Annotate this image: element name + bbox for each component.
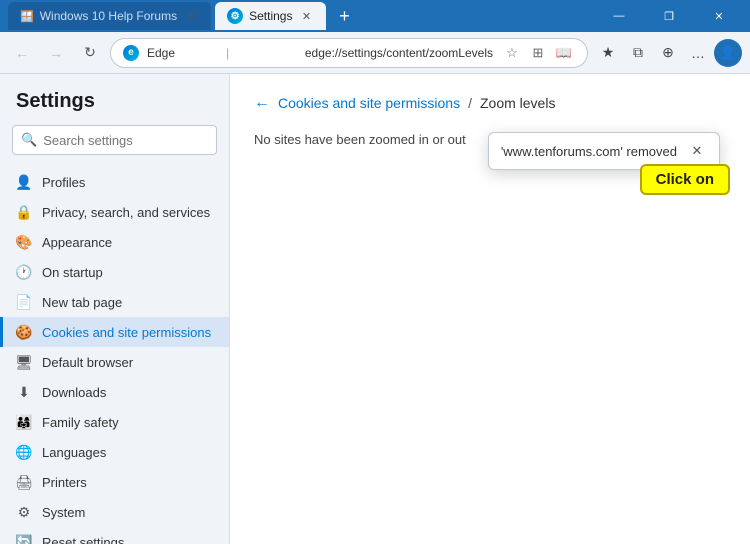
sidebar-item-privacy[interactable]: 🔒 Privacy, search, and services bbox=[0, 197, 229, 227]
sidebar-item-downloads-label: Downloads bbox=[42, 385, 106, 400]
sidebar-item-default-browser-label: Default browser bbox=[42, 355, 133, 370]
search-icon: 🔍 bbox=[21, 132, 37, 148]
cookies-icon: 🍪 bbox=[16, 324, 32, 340]
sidebar-item-printers-label: Printers bbox=[42, 475, 87, 490]
favorites-toolbar-icon[interactable]: ★ bbox=[594, 39, 622, 67]
collections-toolbar-icon[interactable]: ⧉ bbox=[624, 39, 652, 67]
downloads-icon: ⬇ bbox=[16, 384, 32, 400]
newtab-icon: 📄 bbox=[16, 294, 32, 310]
click-on-label: Click on bbox=[640, 164, 730, 195]
address-separator: | bbox=[226, 46, 297, 60]
window-controls: — ❐ ✕ bbox=[596, 0, 742, 32]
sidebar-item-cookies-label: Cookies and site permissions bbox=[42, 325, 211, 340]
privacy-icon: 🔒 bbox=[16, 204, 32, 220]
breadcrumb-back-button[interactable]: ← bbox=[254, 94, 270, 112]
tooltip-close-button[interactable]: ✕ bbox=[687, 141, 707, 161]
address-edge-label: Edge bbox=[147, 46, 218, 60]
printers-icon: 🖨 bbox=[16, 474, 32, 490]
tab-settings-close[interactable]: ✕ bbox=[298, 8, 314, 24]
default-browser-icon: 🖥 bbox=[16, 354, 32, 370]
sidebar-item-cookies[interactable]: 🍪 Cookies and site permissions bbox=[0, 317, 229, 347]
sidebar-item-profiles-label: Profiles bbox=[42, 175, 85, 190]
title-bar: 🪟 Windows 10 Help Forums ✕ ⚙ Settings ✕ … bbox=[0, 0, 750, 32]
toolbar-icons: ★ ⧉ ⊕ … 👤 bbox=[594, 39, 742, 67]
share-icon[interactable]: ⊕ bbox=[654, 39, 682, 67]
close-button[interactable]: ✕ bbox=[696, 0, 742, 32]
tab-windows-forums-label: Windows 10 Help Forums bbox=[40, 9, 177, 23]
sidebar-title: Settings bbox=[0, 90, 229, 125]
sidebar-item-startup[interactable]: 🕐 On startup bbox=[0, 257, 229, 287]
address-url: edge://settings/content/zoomLevels bbox=[305, 46, 493, 60]
restore-button[interactable]: ❐ bbox=[646, 0, 692, 32]
new-tab-button[interactable]: + bbox=[330, 2, 358, 30]
sidebar-item-reset[interactable]: 🔄 Reset settings bbox=[0, 527, 229, 544]
sidebar-item-newtab[interactable]: 📄 New tab page bbox=[0, 287, 229, 317]
search-box[interactable]: 🔍 bbox=[12, 125, 217, 155]
back-button[interactable]: ← bbox=[8, 39, 36, 67]
sidebar-item-reset-label: Reset settings bbox=[42, 535, 124, 544]
tab-strip: 🪟 Windows 10 Help Forums ✕ ⚙ Settings ✕ … bbox=[8, 2, 358, 30]
breadcrumb-link[interactable]: Cookies and site permissions bbox=[278, 95, 460, 111]
sidebar-item-languages-label: Languages bbox=[42, 445, 106, 460]
address-bar-input[interactable]: e Edge | edge://settings/content/zoomLev… bbox=[110, 38, 588, 68]
breadcrumb-current: Zoom levels bbox=[480, 95, 555, 111]
reading-icon[interactable]: 📖 bbox=[553, 42, 575, 64]
sidebar-item-downloads[interactable]: ⬇ Downloads bbox=[0, 377, 229, 407]
sidebar-item-default-browser[interactable]: 🖥 Default browser bbox=[0, 347, 229, 377]
tooltip-message: 'www.tenforums.com' removed bbox=[501, 144, 677, 159]
sidebar-item-printers[interactable]: 🖨 Printers bbox=[0, 467, 229, 497]
collections-icon[interactable]: ⊞ bbox=[527, 42, 549, 64]
sidebar: Settings 🔍 👤 Profiles 🔒 Privacy, search,… bbox=[0, 74, 230, 544]
page-content: ← Cookies and site permissions / Zoom le… bbox=[230, 74, 750, 544]
sidebar-item-startup-label: On startup bbox=[42, 265, 103, 280]
refresh-button[interactable]: ↻ bbox=[76, 39, 104, 67]
search-input[interactable] bbox=[43, 133, 219, 148]
favorites-icon[interactable]: ☆ bbox=[501, 42, 523, 64]
settings-more-icon[interactable]: … bbox=[684, 39, 712, 67]
main-content: Settings 🔍 👤 Profiles 🔒 Privacy, search,… bbox=[0, 74, 750, 544]
forward-button[interactable]: → bbox=[42, 39, 70, 67]
tab-windows-forums[interactable]: 🪟 Windows 10 Help Forums ✕ bbox=[8, 2, 211, 30]
appearance-icon: 🎨 bbox=[16, 234, 32, 250]
sidebar-item-privacy-label: Privacy, search, and services bbox=[42, 205, 210, 220]
sidebar-item-profiles[interactable]: 👤 Profiles bbox=[0, 167, 229, 197]
profiles-icon: 👤 bbox=[16, 174, 32, 190]
tab-inactive-close[interactable]: ✕ bbox=[183, 8, 199, 24]
startup-icon: 🕐 bbox=[16, 264, 32, 280]
reset-icon: 🔄 bbox=[16, 534, 32, 544]
sidebar-item-family[interactable]: 👨‍👩‍👧 Family safety bbox=[0, 407, 229, 437]
address-edge-icon: e bbox=[123, 45, 139, 61]
tab-settings-label: Settings bbox=[249, 9, 292, 23]
minimize-button[interactable]: — bbox=[596, 0, 642, 32]
sidebar-item-languages[interactable]: 🌐 Languages bbox=[0, 437, 229, 467]
sidebar-item-newtab-label: New tab page bbox=[42, 295, 122, 310]
breadcrumb: ← Cookies and site permissions / Zoom le… bbox=[254, 94, 726, 112]
profile-button[interactable]: 👤 bbox=[714, 39, 742, 67]
breadcrumb-separator: / bbox=[468, 95, 472, 111]
system-icon: ⚙ bbox=[16, 504, 32, 520]
address-bar: ← → ↻ e Edge | edge://settings/content/z… bbox=[0, 32, 750, 74]
languages-icon: 🌐 bbox=[16, 444, 32, 460]
sidebar-item-appearance-label: Appearance bbox=[42, 235, 112, 250]
sidebar-item-appearance[interactable]: 🎨 Appearance bbox=[0, 227, 229, 257]
sidebar-item-family-label: Family safety bbox=[42, 415, 119, 430]
family-icon: 👨‍👩‍👧 bbox=[16, 414, 32, 430]
edge-favicon: ⚙ bbox=[227, 8, 243, 24]
address-action-icons: ☆ ⊞ 📖 bbox=[501, 42, 575, 64]
tab-settings[interactable]: ⚙ Settings ✕ bbox=[215, 2, 326, 30]
sidebar-item-system-label: System bbox=[42, 505, 85, 520]
sidebar-item-system[interactable]: ⚙ System bbox=[0, 497, 229, 527]
